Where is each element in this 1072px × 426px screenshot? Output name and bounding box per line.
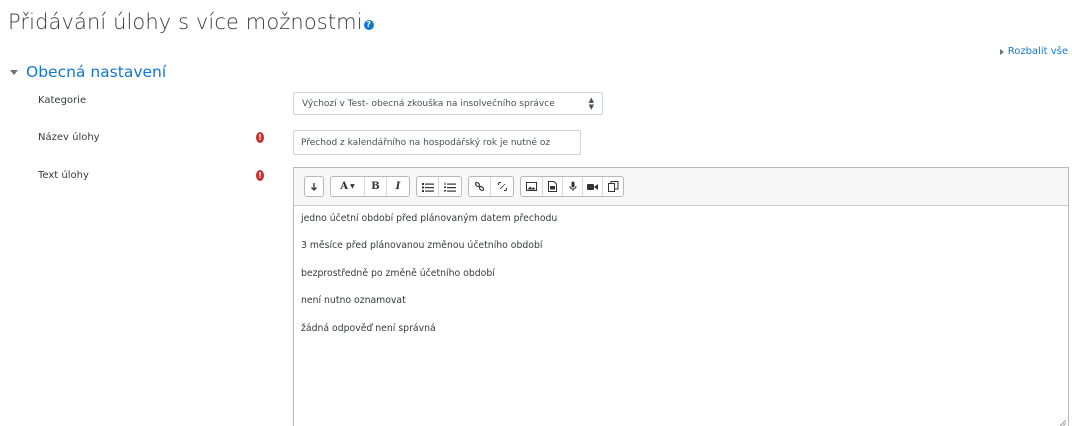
- bullet-list-icon: [421, 182, 434, 192]
- media-file-icon: [548, 181, 557, 192]
- editor-toolbar: A ▼ B I: [294, 168, 1068, 206]
- ordered-list-button[interactable]: [439, 177, 461, 196]
- expand-all-link[interactable]: Rozbalit vše: [999, 46, 1068, 57]
- toolbar-group-links: [468, 176, 514, 197]
- unordered-list-button[interactable]: [417, 177, 439, 196]
- italic-button[interactable]: I: [387, 177, 409, 196]
- page-title: Přidávání úlohy s více možnostmi ?: [8, 10, 374, 34]
- required-icon: !: [256, 170, 264, 181]
- question-text-editor: A ▼ B I jedno účetní období před plánova…: [293, 167, 1069, 426]
- insert-image-button[interactable]: [521, 177, 543, 196]
- dropdown-caret-icon: ▼: [350, 183, 355, 190]
- toolbar-group-lists: [416, 176, 462, 197]
- link-icon: [474, 181, 485, 192]
- category-label: Kategorie: [38, 95, 87, 106]
- editor-paragraph: bezprostředně po změně účetního období: [301, 267, 495, 279]
- page-title-text: Přidávání úlohy s více možnostmi: [8, 10, 363, 34]
- question-name-label: Název úlohy: [38, 132, 100, 143]
- show-more-buttons-button[interactable]: [305, 177, 323, 196]
- video-camera-icon: [587, 183, 598, 190]
- section-toggle-general[interactable]: Obecná nastavení: [10, 63, 166, 81]
- toolbar-group-style: A ▼ B I: [330, 176, 410, 197]
- arrow-return-icon: [311, 182, 317, 191]
- insert-media-button[interactable]: [543, 177, 563, 196]
- toolbar-group-collapse: [304, 176, 324, 197]
- page: Přidávání úlohy s více možnostmi ? Rozba…: [0, 0, 1072, 426]
- caret-right-icon: [999, 48, 1004, 55]
- bold-icon: B: [371, 181, 380, 192]
- section-title: Obecná nastavení: [26, 63, 167, 81]
- unlink-icon: [497, 181, 507, 192]
- editor-paragraph: 3 měsíce před plánovanou změnou účetního…: [301, 240, 543, 252]
- question-text-label: Text úlohy: [38, 170, 89, 181]
- required-icon: !: [256, 132, 264, 143]
- editor-content-area[interactable]: jedno účetní období před plánovaným date…: [294, 206, 1068, 355]
- editor-paragraph: jedno účetní období před plánovaným date…: [301, 213, 558, 224]
- record-audio-button[interactable]: [563, 177, 583, 196]
- category-select[interactable]: Výchozí v Test- obecná zkouška na insolv…: [293, 92, 603, 115]
- manage-files-button[interactable]: [603, 177, 623, 196]
- italic-icon: I: [395, 181, 401, 192]
- caret-down-icon: [10, 69, 18, 75]
- image-icon: [526, 182, 537, 191]
- category-select-value: Výchozí v Test- obecná zkouška na insolv…: [302, 98, 555, 109]
- help-icon[interactable]: ?: [363, 20, 374, 30]
- microphone-icon: [569, 181, 576, 191]
- record-video-button[interactable]: [583, 177, 603, 196]
- numbered-list-icon: [444, 182, 456, 192]
- question-name-input[interactable]: Přechod z kalendářního na hospodářský ro…: [293, 130, 581, 155]
- paragraph-styles-button[interactable]: A ▼: [331, 177, 365, 196]
- copy-files-icon: [607, 181, 618, 192]
- resize-handle-icon[interactable]: [1060, 420, 1066, 426]
- select-arrows-icon: ▲ ▼: [588, 95, 594, 111]
- expand-all-label: Rozbalit vše: [1007, 46, 1068, 57]
- font-style-icon: A: [340, 181, 349, 192]
- editor-paragraph: není nutno oznamovat: [301, 295, 406, 307]
- editor-paragraph: žádná odpověď není správná: [301, 322, 436, 334]
- link-button[interactable]: [469, 177, 491, 196]
- question-name-value: Přechod z kalendářního na hospodářský ro…: [301, 137, 551, 148]
- bold-button[interactable]: B: [365, 177, 387, 196]
- toolbar-group-media: [520, 176, 624, 197]
- unlink-button[interactable]: [491, 177, 513, 196]
